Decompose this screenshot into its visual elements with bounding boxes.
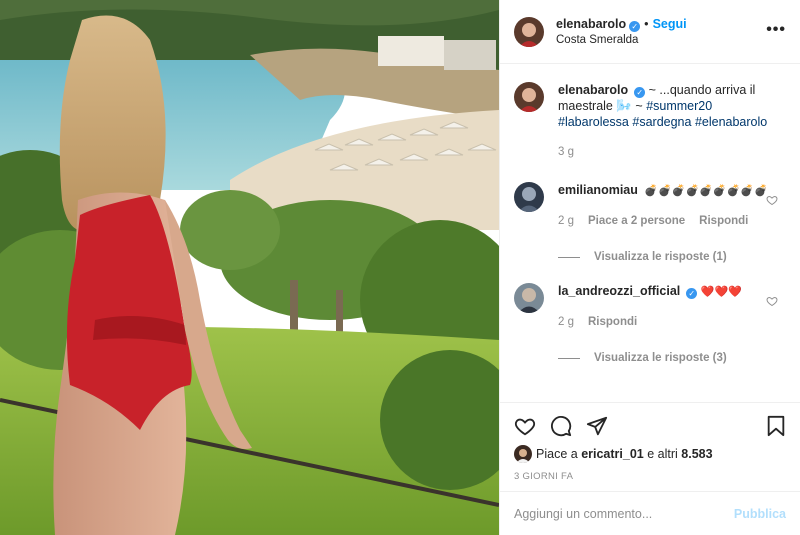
post-location[interactable]: Costa Smeralda bbox=[556, 32, 687, 48]
add-comment-input[interactable] bbox=[514, 506, 734, 521]
like-comment-icon[interactable] bbox=[766, 194, 778, 206]
commenter-username[interactable]: la_andreozzi_official bbox=[558, 284, 680, 298]
likes-prefix: Piace a bbox=[536, 447, 578, 461]
post-timestamp[interactable]: 3 GIORNI FA bbox=[514, 471, 786, 482]
likes-summary[interactable]: Piace a ericatri_01 e altri 8.583 bbox=[514, 445, 786, 463]
author-avatar[interactable] bbox=[514, 16, 544, 47]
post-photo[interactable] bbox=[0, 0, 499, 535]
comment-item: emilianomiau 💣💣💣💣💣💣💣💣💣 2 g Piace a 2 pers… bbox=[514, 182, 786, 229]
reply-button[interactable]: Rispondi bbox=[699, 215, 748, 227]
liker-avatar[interactable] bbox=[514, 445, 532, 463]
verified-badge-icon: ✓ bbox=[686, 288, 698, 299]
post-side-panel: elenabarolo ✓ • Segui Costa Smeralda ••• el… bbox=[499, 0, 800, 535]
post-actions: Piace a ericatri_01 e altri 8.583 3 GIOR… bbox=[500, 402, 800, 482]
likes-count[interactable]: 8.583 bbox=[681, 447, 712, 461]
comment-text: ❤️❤️❤️ bbox=[700, 285, 742, 298]
caption: elenabarolo ✓ ~ ...quando arriva il maest… bbox=[514, 82, 786, 160]
comments-section[interactable]: elenabarolo ✓ ~ ...quando arriva il maest… bbox=[500, 64, 800, 402]
more-options-icon[interactable]: ••• bbox=[766, 22, 786, 38]
commenter-avatar[interactable] bbox=[514, 182, 544, 212]
hashtag-link[interactable]: #elenabarolo bbox=[695, 115, 767, 129]
view-replies-button[interactable]: Visualizza le risposte (1) bbox=[558, 251, 786, 263]
like-heart-icon[interactable] bbox=[514, 415, 536, 437]
hashtag-link[interactable]: #summer20 bbox=[646, 99, 712, 113]
liker-username[interactable]: ericatri_01 bbox=[581, 447, 644, 461]
like-comment-icon[interactable] bbox=[766, 295, 778, 307]
hashtag-link[interactable]: #labarolessa bbox=[558, 115, 629, 129]
view-replies-button[interactable]: Visualizza le risposte (3) bbox=[558, 352, 786, 364]
comment-likes[interactable]: Piace a 2 persone bbox=[588, 215, 685, 227]
hashtag-link[interactable]: #sardegna bbox=[632, 115, 691, 129]
reply-button[interactable]: Rispondi bbox=[588, 316, 637, 328]
separator-dot: • bbox=[644, 16, 649, 31]
verified-badge-icon: ✓ bbox=[629, 20, 641, 32]
replies-divider bbox=[558, 357, 580, 359]
replies-divider bbox=[558, 256, 580, 258]
follow-button[interactable]: Segui bbox=[653, 17, 687, 31]
photo-illustration bbox=[0, 0, 499, 535]
instagram-post: elenabarolo ✓ • Segui Costa Smeralda ••• el… bbox=[0, 0, 800, 535]
author-avatar[interactable] bbox=[514, 82, 544, 112]
caption-username[interactable]: elenabarolo bbox=[558, 83, 628, 97]
publish-button[interactable]: Pubblica bbox=[734, 507, 786, 521]
commenter-username[interactable]: emilianomiau bbox=[558, 183, 638, 197]
verified-badge-icon: ✓ bbox=[634, 87, 646, 98]
comment-composer: Pubblica bbox=[500, 491, 800, 535]
comment-item: la_andreozzi_official ✓ ❤️❤️❤️ 2 g Rispond… bbox=[514, 283, 786, 330]
comment-time[interactable]: 2 g bbox=[558, 215, 574, 227]
comment-time[interactable]: 2 g bbox=[558, 316, 574, 328]
likes-suffix: e altri bbox=[647, 447, 678, 461]
comment-text: 💣💣💣💣💣💣💣💣💣 bbox=[644, 184, 768, 197]
commenter-avatar[interactable] bbox=[514, 283, 544, 313]
author-username[interactable]: elenabarolo bbox=[556, 17, 626, 31]
post-header: elenabarolo ✓ • Segui Costa Smeralda ••• bbox=[500, 0, 800, 64]
save-bookmark-icon[interactable] bbox=[766, 415, 786, 437]
comment-bubble-icon[interactable] bbox=[550, 415, 572, 437]
view-replies-label: Visualizza le risposte (3) bbox=[594, 352, 727, 364]
view-replies-label: Visualizza le risposte (1) bbox=[594, 251, 727, 263]
caption-time[interactable]: 3 g bbox=[558, 146, 574, 158]
share-paper-plane-icon[interactable] bbox=[586, 415, 608, 437]
